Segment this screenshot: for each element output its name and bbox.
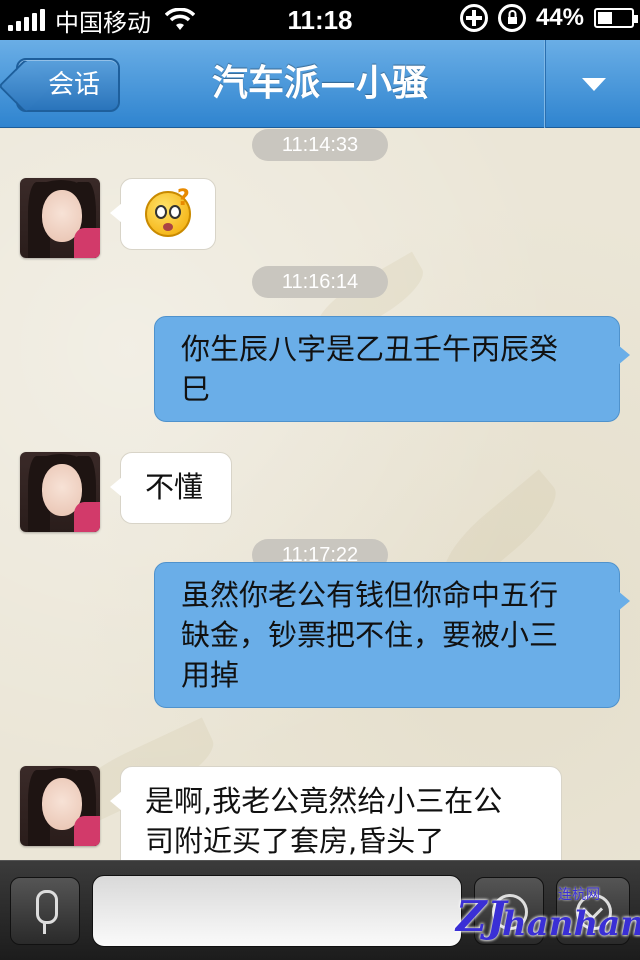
status-bar: 中国移动 11:18 44% [0, 0, 640, 40]
timestamp: 11:16:14 [252, 266, 388, 298]
message-line: 虽然你老公有钱但你命中五行 [181, 578, 559, 612]
message-bubble-incoming[interactable]: 是啊,我老公竟然给小三在公 司附近买了套房,昏头了 [110, 766, 562, 860]
microphone-icon[interactable] [10, 877, 80, 945]
back-button-label: 会话 [47, 70, 100, 100]
rotation-lock-icon [497, 4, 526, 32]
message-bubble-outgoing[interactable]: 虽然你老公有钱但你命中五行 缺金，钞票把不住，要被小三 用掉 [154, 562, 630, 708]
message-bubble-outgoing[interactable]: 你生辰八字是乙丑壬午丙辰癸 巳 [154, 316, 630, 422]
message-line: 是啊,我老公竟然给小三在公 [145, 784, 503, 818]
confused-face-icon: ? [145, 186, 191, 237]
message-line: 不懂 [145, 470, 204, 504]
avatar[interactable] [20, 178, 100, 258]
nav-bar: 会话 汽车派—小骚 [0, 40, 640, 128]
timestamp: 11:14:33 [252, 129, 388, 161]
message-line: 缺金，钞票把不住，要被小三 [181, 618, 559, 652]
battery-icon [594, 8, 638, 28]
avatar[interactable] [20, 766, 100, 846]
message-input[interactable] [92, 875, 462, 947]
message-bubble-incoming[interactable]: 不懂 [110, 452, 232, 524]
carrier-name: 中国移动 [55, 8, 151, 37]
message-line: 用掉 [181, 658, 240, 692]
battery-percent: 44% [535, 4, 584, 31]
wifi-icon [164, 7, 196, 32]
back-button[interactable]: 会话 [16, 58, 120, 112]
message-line: 巳 [181, 372, 211, 406]
signal-bars-icon [8, 9, 45, 31]
input-bar [0, 860, 640, 960]
chat-area[interactable]: 11:14:33 ? 11:16:14 你生辰八字是乙丑壬午丙辰癸 巳 不懂 1… [0, 129, 640, 860]
message-line: 司附近买了套房,昏头了 [145, 824, 445, 858]
location-icon [459, 4, 488, 32]
page-title: 汽车派—小骚 [211, 63, 428, 104]
expand-icon[interactable] [556, 877, 630, 945]
chevron-down-icon[interactable] [546, 40, 640, 128]
message-line: 你生辰八字是乙丑壬午丙辰癸 [181, 332, 559, 366]
message-bubble-incoming[interactable]: ? [110, 178, 216, 250]
avatar[interactable] [20, 452, 100, 532]
smiley-icon[interactable] [474, 877, 544, 945]
